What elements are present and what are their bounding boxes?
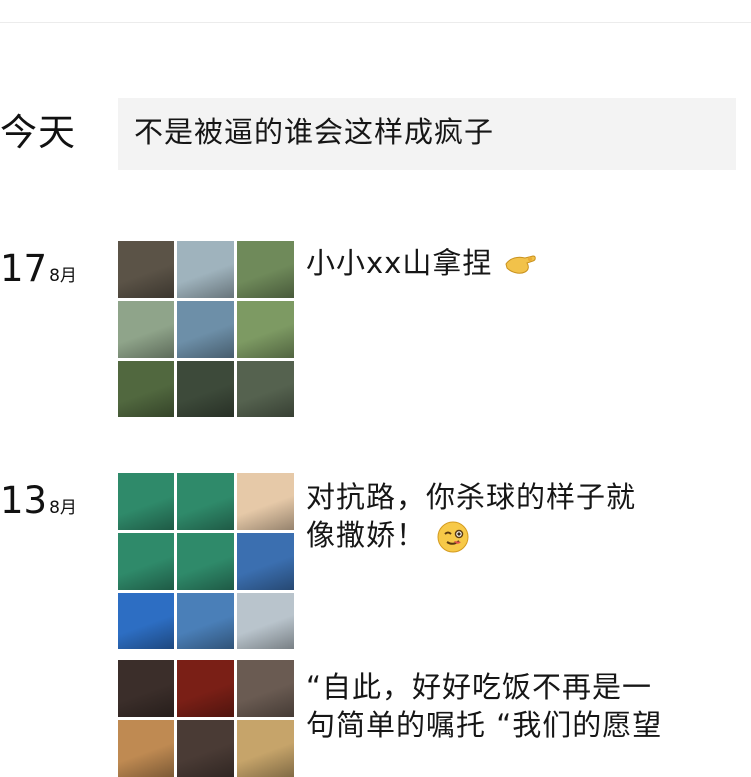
photo-thumbnail[interactable] — [177, 473, 234, 530]
photo-thumbnail[interactable] — [237, 660, 294, 717]
photo-grid[interactable] — [118, 241, 294, 417]
photo-thumbnail[interactable] — [237, 593, 294, 649]
post-date: 13 8月 — [0, 482, 77, 519]
photo-thumbnail[interactable] — [177, 660, 234, 717]
winking-face-icon — [437, 521, 469, 553]
post-date: 17 8月 — [0, 250, 77, 287]
photo-thumbnail[interactable] — [118, 241, 174, 298]
post-text: 小小xx山拿捏 — [306, 246, 493, 280]
photo-grid[interactable] — [118, 660, 294, 777]
post-text-line: 句简单的嘱托 “我们的愿望 — [306, 708, 663, 742]
photo-thumbnail[interactable] — [118, 301, 174, 358]
photo-thumbnail[interactable] — [237, 473, 294, 530]
post-text-block: 对抗路，你杀球的样子就 像撒娇！ — [306, 478, 636, 554]
divider — [0, 22, 751, 23]
post-date-today: 今天 — [0, 111, 76, 154]
photo-thumbnail[interactable] — [177, 361, 234, 417]
photo-thumbnail[interactable] — [177, 593, 234, 649]
photo-thumbnail[interactable] — [237, 361, 294, 417]
post-text-line: “自此，好好吃饭不再是一 — [306, 670, 653, 704]
photo-thumbnail[interactable] — [237, 533, 294, 590]
photo-thumbnail[interactable] — [177, 301, 234, 358]
post-text-row: 小小xx山拿捏 — [306, 244, 537, 282]
date-month: 8月 — [49, 498, 77, 518]
post-text-line-content: 像撒娇！ — [306, 518, 427, 552]
photo-thumbnail[interactable] — [118, 660, 174, 717]
date-day: 17 — [0, 247, 48, 290]
photo-thumbnail[interactable] — [118, 361, 174, 417]
photo-grid[interactable] — [118, 473, 294, 649]
photo-thumbnail[interactable] — [177, 241, 234, 298]
post-text: 不是被逼的谁会这样成疯子 — [134, 115, 495, 149]
photo-thumbnail[interactable] — [237, 241, 294, 298]
post-text-block: “自此，好好吃饭不再是一 句简单的嘱托 “我们的愿望 — [306, 668, 662, 744]
pinching-hand-icon — [505, 255, 536, 274]
post-text-line: 对抗路，你杀球的样子就 — [306, 480, 637, 514]
photo-thumbnail[interactable] — [118, 533, 174, 590]
photo-thumbnail[interactable] — [118, 720, 174, 777]
photo-thumbnail[interactable] — [118, 473, 174, 530]
date-month: 8月 — [49, 266, 77, 286]
text-only-post[interactable]: 不是被逼的谁会这样成疯子 — [118, 98, 736, 170]
photo-thumbnail[interactable] — [118, 593, 174, 649]
photo-thumbnail[interactable] — [237, 301, 294, 358]
date-day: 13 — [0, 479, 48, 522]
photo-thumbnail[interactable] — [177, 533, 234, 590]
photo-thumbnail[interactable] — [177, 720, 234, 777]
post-text-line: 像撒娇！ — [306, 516, 636, 554]
photo-thumbnail[interactable] — [237, 720, 294, 777]
